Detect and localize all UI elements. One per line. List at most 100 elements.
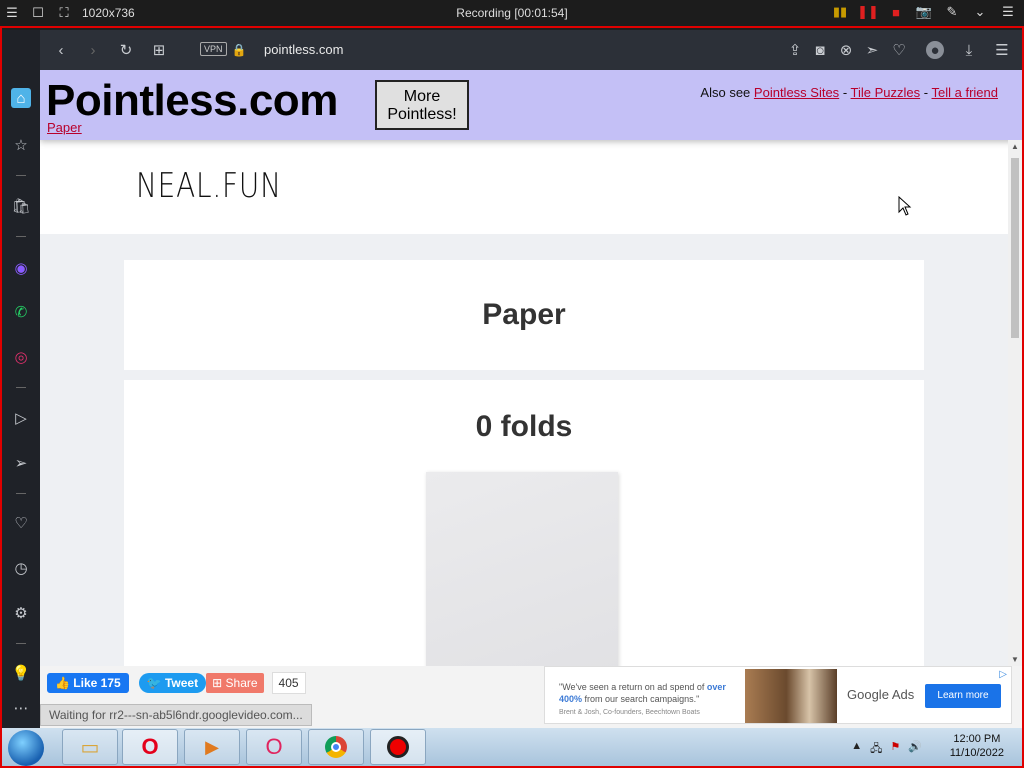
page-heading: Paper bbox=[482, 298, 566, 331]
page-scrollbar[interactable]: ▲ ▼ bbox=[1008, 140, 1022, 666]
pause-icon[interactable]: ❚❚ bbox=[857, 4, 879, 20]
browser-sidebar: ⌂ ☆ 🛍 ◉ ✆ ◎ ▷ ➢ ♡ ◷ ⚙ 💡 ⋯ bbox=[2, 30, 40, 728]
lock-icon[interactable]: 🔒 bbox=[230, 41, 248, 59]
pointless-sites-link[interactable]: Pointless Sites bbox=[754, 85, 839, 100]
adblock-icon[interactable]: ⊗ bbox=[837, 41, 855, 59]
title-card: Paper bbox=[124, 260, 924, 370]
forward-icon[interactable]: › bbox=[84, 41, 102, 59]
start-button[interactable] bbox=[8, 730, 44, 766]
browser-toolbar: ‹ › ↻ ⊞ VPN 🔒 pointless.com ⇪ ◙ ⊗ ➣ ♡ ● … bbox=[40, 30, 1022, 70]
messenger-icon[interactable]: ◉ bbox=[11, 258, 31, 278]
scroll-up-icon[interactable]: ▲ bbox=[1011, 142, 1019, 151]
stop-icon[interactable]: ■ bbox=[888, 4, 904, 20]
tile-puzzles-link[interactable]: Tile Puzzles bbox=[851, 85, 921, 100]
more-pointless-button[interactable]: More Pointless! bbox=[375, 80, 469, 130]
scroll-down-icon[interactable]: ▼ bbox=[1011, 655, 1019, 664]
clock-time: 12:00 PM bbox=[953, 733, 1001, 745]
heart-icon[interactable]: ♡ bbox=[11, 513, 31, 533]
instagram-icon[interactable]: ◎ bbox=[11, 347, 31, 367]
audio-level-icon: ▮▮ bbox=[832, 4, 848, 19]
send-page-icon[interactable]: ➣ bbox=[863, 41, 881, 59]
sidebar-divider bbox=[16, 493, 26, 494]
ad-attribution: Brent & Josh, Co-founders, Beechtown Boa… bbox=[559, 709, 700, 716]
share-button[interactable]: ⊞ Share bbox=[206, 673, 264, 693]
tell-a-friend-link[interactable]: Tell a friend bbox=[932, 85, 998, 100]
recorder-taskbar-icon[interactable] bbox=[370, 729, 426, 765]
tabs-grid-icon[interactable]: ⊞ bbox=[150, 41, 168, 59]
facebook-like-button[interactable]: 👍 Like 175 bbox=[47, 673, 129, 693]
opera-taskbar-icon[interactable]: O bbox=[122, 729, 178, 765]
tweet-button[interactable]: 🐦 Tweet bbox=[138, 673, 207, 693]
media-player-taskbar-icon[interactable]: ▶ bbox=[184, 729, 240, 765]
profile-icon[interactable]: ● bbox=[926, 41, 944, 59]
easy-setup-icon[interactable]: ☰ bbox=[993, 41, 1011, 59]
ad-choices-icon[interactable]: ▷ bbox=[999, 669, 1007, 680]
like-label: Like bbox=[73, 676, 98, 690]
like-count: 175 bbox=[100, 676, 121, 690]
camera-icon[interactable]: 📷 bbox=[916, 4, 932, 20]
tweet-label: Tweet bbox=[164, 676, 199, 690]
back-icon[interactable]: ‹ bbox=[52, 41, 70, 59]
sidebar-divider bbox=[16, 387, 26, 388]
volume-icon[interactable]: 🔊 bbox=[908, 740, 922, 759]
home-icon[interactable]: ⌂ bbox=[11, 88, 31, 108]
collapse-icon[interactable]: ⌄ bbox=[972, 4, 988, 20]
settings-icon[interactable]: ⚙ bbox=[11, 603, 31, 623]
social-share-row: 👍 Like 175 🐦 Tweet ⊞ Share 405 bbox=[47, 672, 306, 694]
show-hidden-icons-icon[interactable]: ▲ bbox=[851, 740, 862, 759]
fold-counter: 0 folds bbox=[475, 410, 573, 443]
history-icon[interactable]: ◷ bbox=[11, 558, 31, 578]
share-label: Share bbox=[225, 676, 258, 690]
link-separator: - bbox=[923, 85, 929, 100]
sidebar-divider bbox=[16, 643, 26, 644]
ad-photo bbox=[745, 669, 837, 723]
neal-fun-header: NEAL.FUN bbox=[40, 140, 1008, 234]
share-page-icon[interactable]: ⇪ bbox=[786, 41, 804, 59]
shopping-bag-icon[interactable]: 🛍 bbox=[11, 196, 31, 216]
ad-text-post: from our search campaigns." bbox=[584, 694, 700, 704]
more-options-icon[interactable]: ⋯ bbox=[11, 698, 31, 718]
paper-card: 0 folds bbox=[124, 380, 924, 666]
download-icon[interactable]: ⤓ bbox=[960, 41, 978, 59]
vpn-badge[interactable]: VPN bbox=[200, 42, 227, 56]
address-bar[interactable]: pointless.com bbox=[264, 42, 343, 57]
snapshot-icon[interactable]: ◙ bbox=[811, 41, 829, 59]
network-icon[interactable]: 🖧 bbox=[870, 740, 882, 759]
neal-fun-logo[interactable]: NEAL.FUN bbox=[136, 166, 282, 206]
file-explorer-taskbar-icon[interactable]: ▭ bbox=[62, 729, 118, 765]
pen-icon[interactable]: ✎ bbox=[944, 4, 960, 20]
site-title[interactable]: Pointless.com bbox=[46, 76, 338, 126]
player-icon[interactable]: ▷ bbox=[11, 408, 31, 428]
ad-text-pre: "We've seen a return on ad spend of bbox=[559, 682, 705, 692]
action-center-icon[interactable]: ⚑ bbox=[890, 740, 900, 759]
pointless-header: Pointless.com Paper More Pointless! Also… bbox=[40, 70, 1022, 140]
send-icon[interactable]: ➢ bbox=[11, 453, 31, 473]
also-see-label: Also see bbox=[700, 85, 751, 100]
paper-sheet[interactable] bbox=[426, 472, 618, 666]
ad-brand: Google Ads bbox=[847, 687, 915, 702]
windows-taskbar: ▭ O ▶ O ▲ 🖧 ⚑ 🔊 12:00 PM 11/10/2022 bbox=[2, 728, 1022, 766]
google-ads-banner[interactable]: "We've seen a return on ad spend of over… bbox=[544, 666, 1012, 724]
page-viewport: Pointless.com Paper More Pointless! Also… bbox=[40, 70, 1022, 666]
star-icon[interactable]: ☆ bbox=[11, 135, 31, 155]
twitter-bird-icon: 🐦 bbox=[146, 676, 162, 690]
whatsapp-icon[interactable]: ✆ bbox=[11, 302, 31, 322]
plus-icon: ⊞ bbox=[212, 676, 223, 690]
sidebar-divider bbox=[16, 236, 26, 237]
bottom-overlay: 👍 Like 175 🐦 Tweet ⊞ Share 405 Waiting f… bbox=[40, 666, 1022, 728]
browser-status-text: Waiting for rr2---sn-ab5l6ndr.googlevide… bbox=[40, 704, 312, 726]
chrome-taskbar-icon[interactable] bbox=[308, 729, 364, 765]
lightbulb-icon[interactable]: 💡 bbox=[11, 663, 31, 683]
system-tray: ▲ 🖧 ⚑ 🔊 bbox=[851, 740, 922, 759]
bookmark-heart-icon[interactable]: ♡ bbox=[890, 41, 908, 59]
clock-date: 11/10/2022 bbox=[949, 747, 1004, 759]
scroll-thumb[interactable] bbox=[1011, 158, 1019, 338]
opera-gx-taskbar-icon[interactable]: O bbox=[246, 729, 302, 765]
ad-learn-more-button[interactable]: Learn more bbox=[925, 684, 1001, 708]
reload-icon[interactable]: ↻ bbox=[117, 41, 135, 59]
sidebar-divider bbox=[16, 175, 26, 176]
current-page-link[interactable]: Paper bbox=[47, 120, 82, 135]
more-icon[interactable]: ☰ bbox=[1000, 4, 1016, 20]
clock[interactable]: 12:00 PM 11/10/2022 bbox=[950, 732, 1004, 760]
link-separator: - bbox=[842, 85, 848, 100]
